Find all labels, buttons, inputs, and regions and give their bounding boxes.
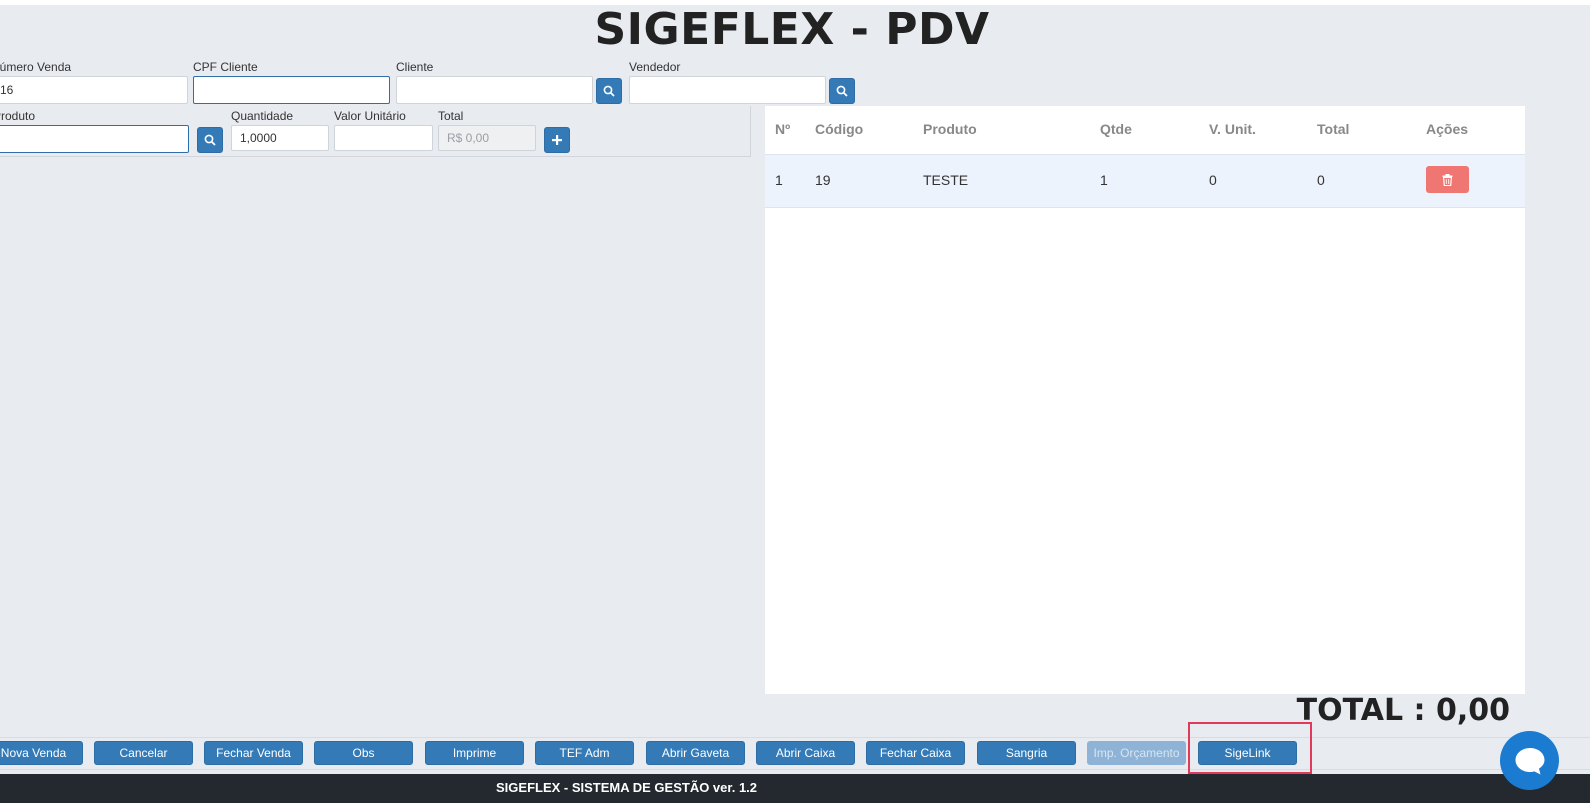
produto-label: Produto xyxy=(0,109,36,123)
actions-bottom-divider xyxy=(0,769,1590,770)
cliente-input[interactable] xyxy=(396,76,593,104)
numero-venda-label: Número Venda xyxy=(0,60,72,74)
cpf-cliente-input[interactable] xyxy=(193,76,390,104)
table-row: 1 19 TESTE 1 0 0 xyxy=(765,154,1525,208)
col-header-produto: Produto xyxy=(923,121,977,137)
total-input: R$ 0,00 xyxy=(438,125,536,151)
actions-top-divider xyxy=(0,737,1590,738)
form-divider-vertical xyxy=(750,106,751,157)
col-header-acoes: Ações xyxy=(1426,121,1469,137)
col-header-codigo: Código xyxy=(815,121,864,137)
cell-total: 0 xyxy=(1317,172,1325,188)
obs-button[interactable]: Obs xyxy=(314,741,413,765)
produto-search-button[interactable] xyxy=(197,127,223,153)
sale-total: TOTAL : 0,00 xyxy=(1296,693,1510,728)
valor-unitario-input[interactable] xyxy=(334,125,433,151)
chat-icon xyxy=(1515,747,1544,774)
total-label: Total xyxy=(438,109,464,123)
col-header-v-unit: V. Unit. xyxy=(1209,121,1256,137)
cliente-search-button[interactable] xyxy=(596,78,622,104)
cpf-cliente-label: CPF Cliente xyxy=(193,60,258,74)
abrir-caixa-button[interactable]: Abrir Caixa xyxy=(756,741,855,765)
valor-unitario-label: Valor Unitário xyxy=(334,109,406,123)
col-header-qtde: Qtde xyxy=(1100,121,1132,137)
vendedor-input[interactable] xyxy=(629,76,826,104)
trash-icon xyxy=(1442,173,1453,186)
search-icon xyxy=(836,85,848,97)
form-divider xyxy=(0,156,750,157)
chat-button[interactable] xyxy=(1500,731,1559,790)
cell-qtde: 1 xyxy=(1100,172,1108,188)
sangria-button[interactable]: Sangria xyxy=(977,741,1076,765)
vendedor-label: Vendedor xyxy=(629,60,681,74)
imprime-button[interactable]: Imprime xyxy=(425,741,524,765)
quantidade-label: Quantidade xyxy=(231,109,294,123)
abrir-gaveta-button[interactable]: Abrir Gaveta xyxy=(646,741,745,765)
produto-input[interactable] xyxy=(0,125,189,153)
add-item-button[interactable] xyxy=(544,127,570,153)
quantidade-input[interactable]: 1,0000 xyxy=(231,125,329,151)
page-title: SIGEFLEX - PDV xyxy=(594,4,990,55)
numero-venda-input[interactable]: 16 xyxy=(0,76,188,104)
cell-v-unit: 0 xyxy=(1209,172,1217,188)
fechar-venda-button[interactable]: Fechar Venda xyxy=(204,741,303,765)
col-header-total: Total xyxy=(1317,121,1350,137)
cancelar-button[interactable]: Cancelar xyxy=(94,741,193,765)
sigelink-highlight xyxy=(1188,722,1312,774)
search-icon xyxy=(204,134,216,146)
footer: SIGEFLEX - SISTEMA DE GESTÃO ver. 1.2 xyxy=(0,774,1590,803)
cliente-label: Cliente xyxy=(396,60,434,74)
items-table: Nº Código Produto Qtde V. Unit. Total Aç… xyxy=(765,106,1525,694)
cell-produto: TESTE xyxy=(923,172,969,188)
nova-venda-button[interactable]: Nova Venda xyxy=(0,741,83,765)
footer-text: SIGEFLEX - SISTEMA DE GESTÃO ver. 1.2 xyxy=(496,780,758,795)
search-icon xyxy=(603,85,615,97)
cell-numero: 1 xyxy=(775,172,783,188)
plus-icon xyxy=(552,135,562,145)
delete-item-button[interactable] xyxy=(1426,166,1469,193)
col-header-numero: Nº xyxy=(775,121,791,137)
fechar-caixa-button[interactable]: Fechar Caixa xyxy=(866,741,965,765)
tef-adm-button[interactable]: TEF Adm xyxy=(535,741,634,765)
cell-codigo: 19 xyxy=(815,172,831,188)
vendedor-search-button[interactable] xyxy=(829,78,855,104)
imp-orcamento-button: Imp. Orçamento xyxy=(1087,741,1186,765)
